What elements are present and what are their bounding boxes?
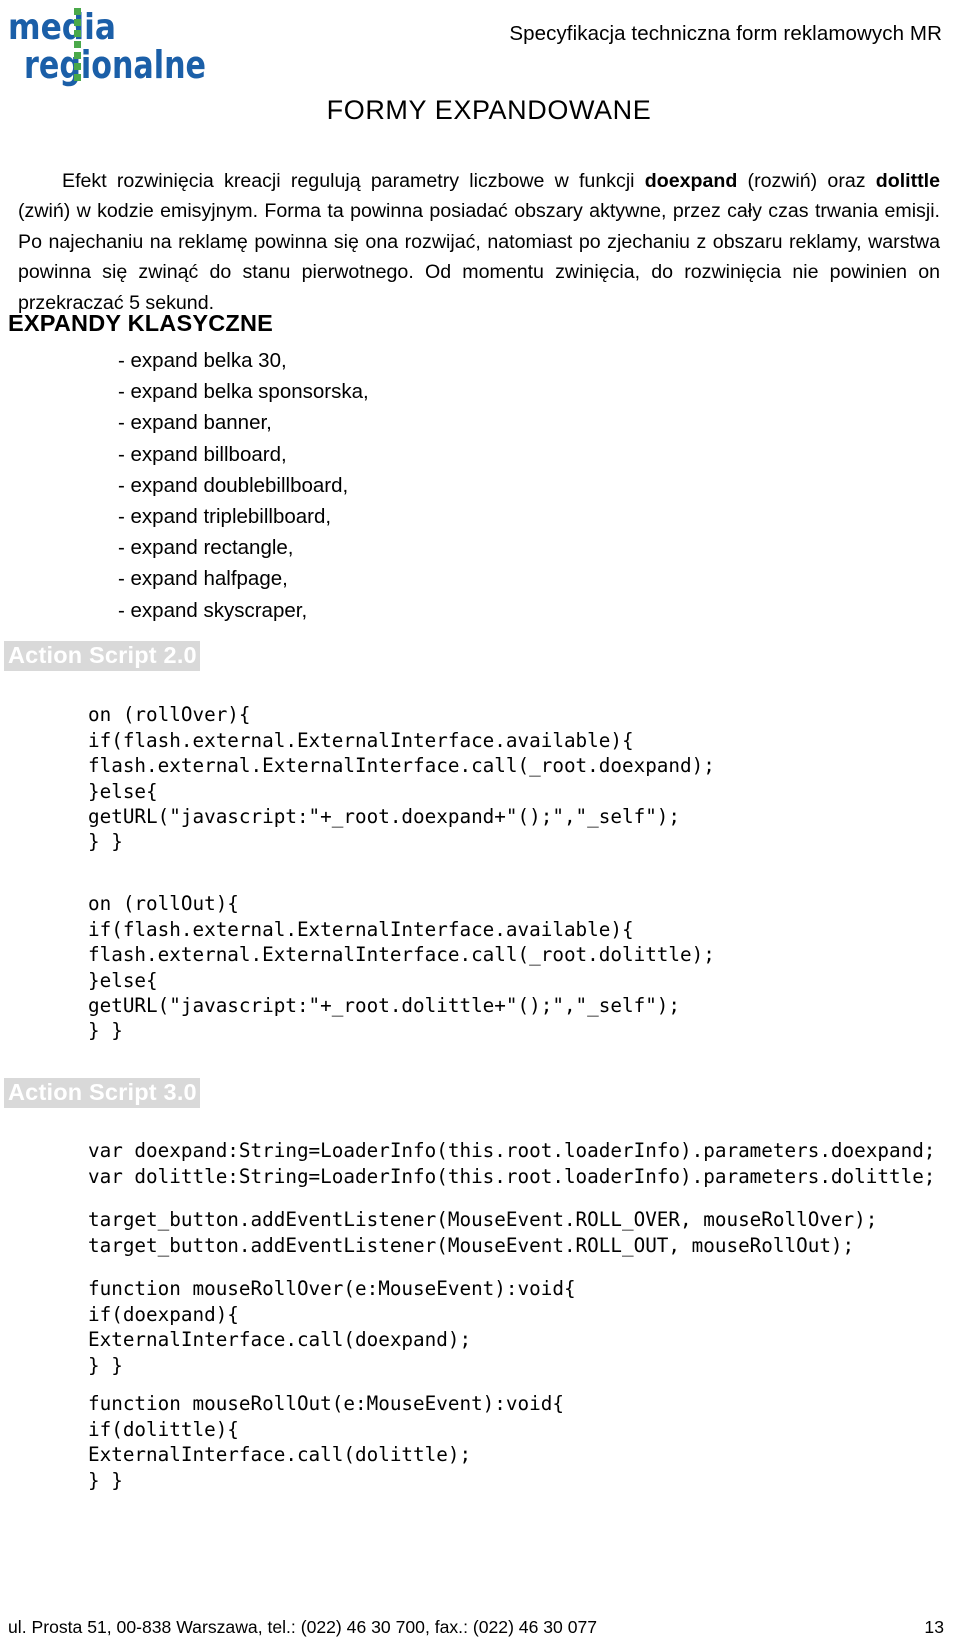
intro-paragraph: Efekt rozwinięcia kreacji regulują param… <box>18 166 940 319</box>
code-block-as3-variables: var doexpand:String=LoaderInfo(this.root… <box>88 1139 936 1188</box>
code-block-as2-rollover: on (rollOver){ if(flash.external.Externa… <box>88 703 715 854</box>
intro-text-part2: (rozwiń) oraz <box>737 169 876 192</box>
code-block-as3-rollover: function mouseRollOver(e:MouseEvent):voi… <box>88 1277 576 1377</box>
expand-types-list: - expand belka 30, - expand belka sponso… <box>118 345 369 626</box>
page-footer: ul. Prosta 51, 00-838 Warszawa, tel.: (0… <box>8 1617 952 1638</box>
section-heading-action-script-2: Action Script 2.0 <box>4 641 200 672</box>
list-item: - expand doublebillboard, <box>118 473 349 497</box>
list-item: - expand billboard, <box>118 442 287 466</box>
page-header: media regionalne Specyfikacja techniczna… <box>0 0 960 96</box>
list-item: - expand skyscraper, <box>118 598 308 622</box>
code-block-as2-rollout: on (rollOut){ if(flash.external.External… <box>88 892 715 1043</box>
footer-address: ul. Prosta 51, 00-838 Warszawa, tel.: (0… <box>8 1617 598 1637</box>
list-item: - expand belka sponsorska, <box>118 380 369 404</box>
section-heading-expandy-klasyczne: EXPANDY KLASYCZNE <box>8 310 273 336</box>
code-block-as3-rollout: function mouseRollOut(e:MouseEvent):void… <box>88 1392 564 1492</box>
intro-text-part3: (zwiń) w kodzie emisyjnym. Forma ta powi… <box>18 200 940 314</box>
footer-page-number: 13 <box>924 1617 944 1637</box>
header-title: Specyfikacja techniczna form reklamowych… <box>509 22 942 45</box>
svg-text:media: media <box>8 7 116 48</box>
intro-bold-doexpand: doexpand <box>644 169 738 192</box>
code-block-as3-listeners: target_button.addEventListener(MouseEven… <box>88 1208 878 1257</box>
list-item: - expand rectangle, <box>118 536 294 560</box>
intro-text-part1: Efekt rozwinięcia kreacji regulują param… <box>62 169 645 192</box>
media-regionalne-logo: media regionalne <box>8 6 213 88</box>
list-item: - expand halfpage, <box>118 567 288 591</box>
list-item: - expand triplebillboard, <box>118 505 332 529</box>
list-item: - expand banner, <box>118 411 272 435</box>
section-heading-action-script-3: Action Script 3.0 <box>4 1078 200 1109</box>
svg-text:regionalne: regionalne <box>24 43 206 87</box>
page-title: FORMY EXPANDOWANE <box>326 95 652 125</box>
intro-bold-dolittle: dolittle <box>875 169 940 192</box>
document-page: media regionalne Specyfikacja techniczna… <box>0 0 960 1652</box>
list-item: - expand belka 30, <box>118 349 287 372</box>
